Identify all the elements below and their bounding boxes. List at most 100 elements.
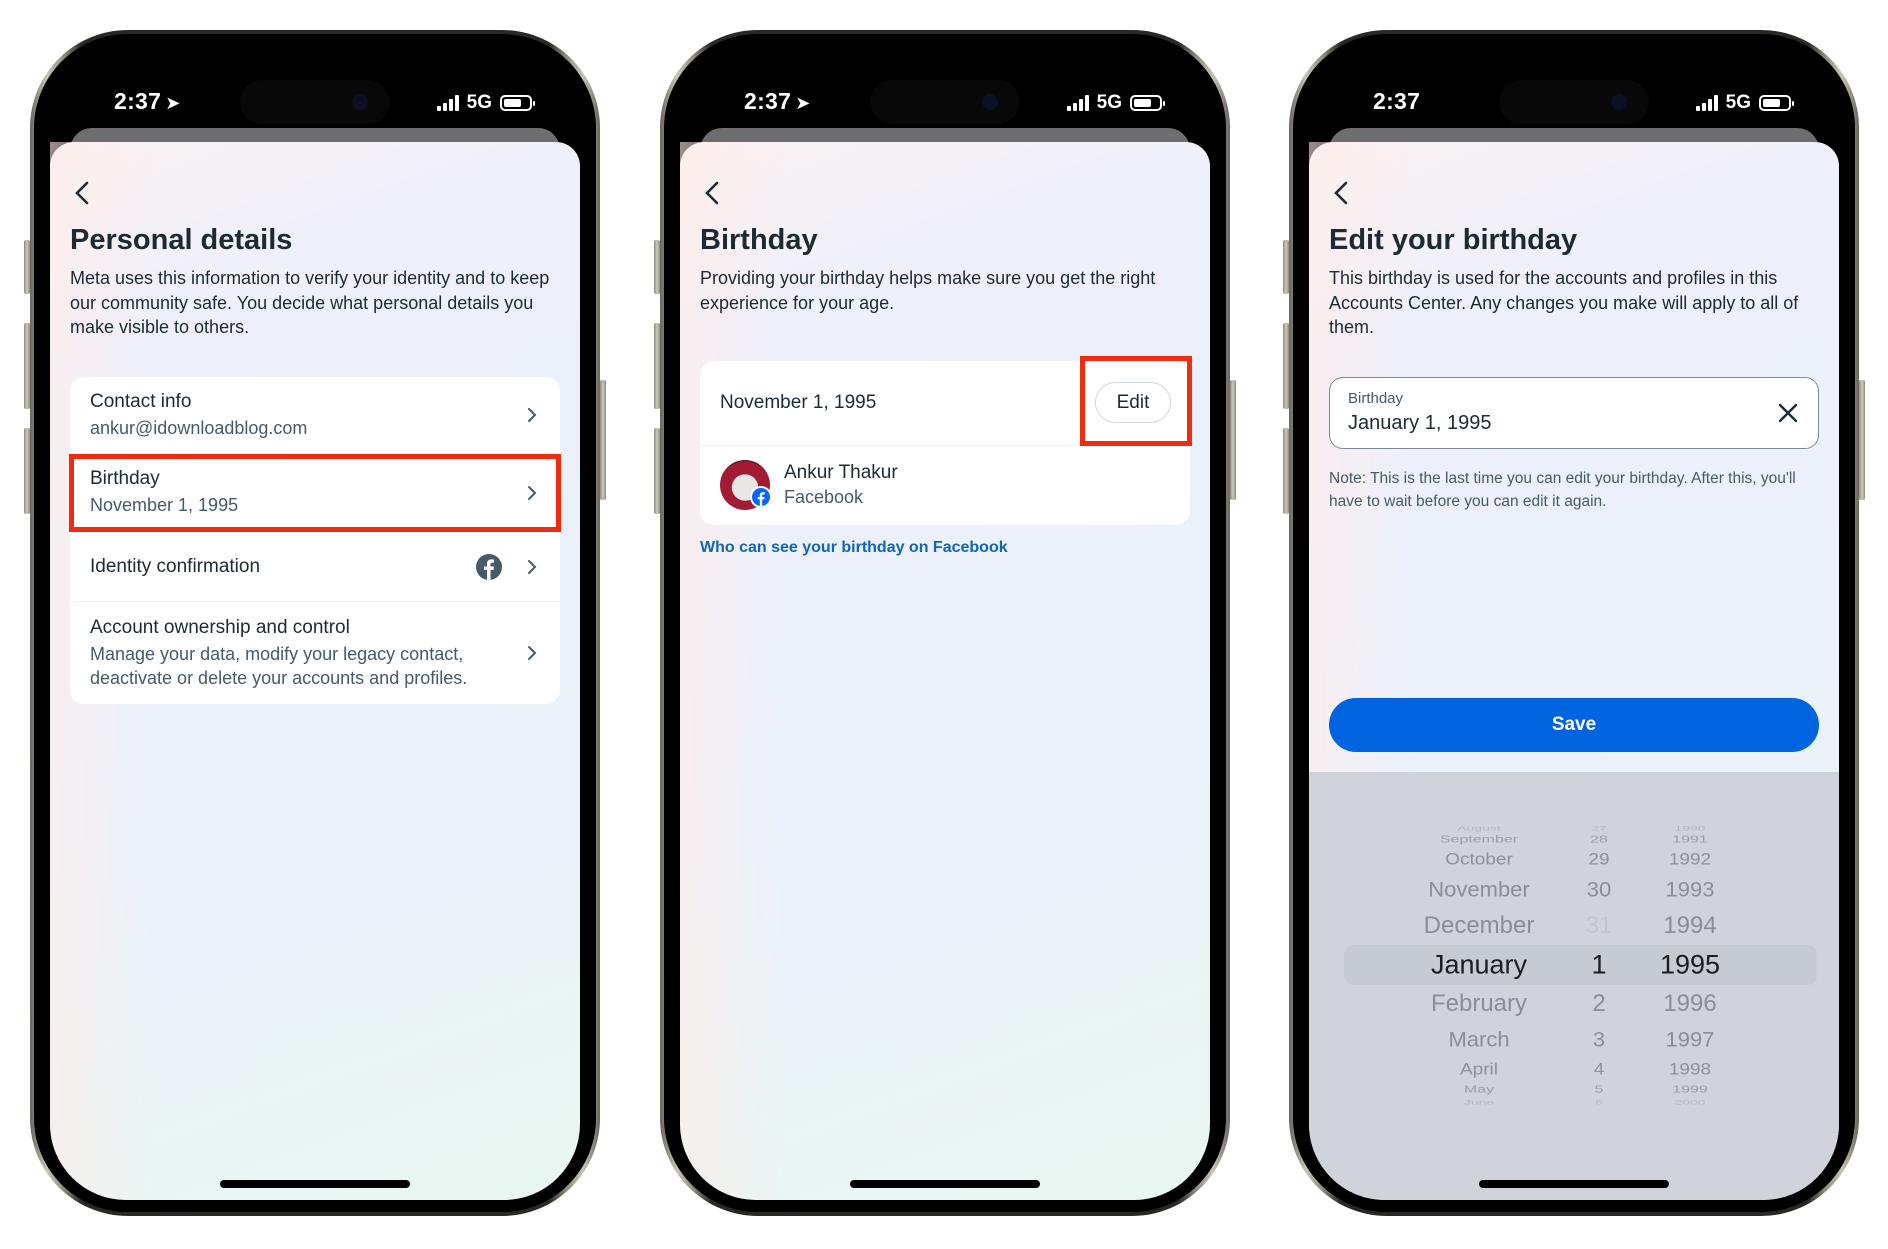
picker-month-option[interactable]: September <box>1440 834 1518 846</box>
camera-icon <box>982 94 998 110</box>
account-row: Ankur Thakur Facebook <box>700 446 1190 525</box>
item-subtitle: ankur@idownloadblog.com <box>90 417 308 438</box>
volume-down-button <box>654 428 660 514</box>
back-chevron-icon[interactable] <box>702 180 724 206</box>
power-button <box>1230 380 1236 500</box>
chevron-right-icon <box>528 559 537 574</box>
birthday-field-value: January 1, 1995 <box>1348 412 1492 434</box>
picker-year-option[interactable]: 1992 <box>1669 851 1711 870</box>
list-item-identity-confirmation[interactable]: Identity confirmation <box>70 532 560 602</box>
picker-day-option[interactable]: 27 <box>1591 824 1607 831</box>
screen-personal-details: 2:37 ➤ 5G Personal details Meta uses this… <box>50 48 580 1200</box>
picker-day-option[interactable]: 4 <box>1594 1061 1605 1080</box>
cellular-signal-icon <box>1066 95 1089 111</box>
page-description: This birthday is used for the accounts a… <box>1329 268 1799 337</box>
picker-year-option[interactable]: 1993 <box>1666 878 1715 903</box>
save-button[interactable]: Save <box>1329 698 1819 752</box>
home-indicator[interactable] <box>220 1180 410 1188</box>
birthday-visibility-link[interactable]: Who can see your birthday on Facebook <box>700 539 1008 557</box>
picker-month-option[interactable]: February <box>1431 990 1527 1018</box>
picker-day-option[interactable]: 29 <box>1588 851 1609 870</box>
location-arrow-icon: ➤ <box>165 93 181 113</box>
picker-year-option[interactable]: 1994 <box>1663 912 1716 940</box>
picker-day-option[interactable]: 2 <box>1592 990 1605 1018</box>
camera-icon <box>352 94 368 110</box>
picker-day-option[interactable]: 5 <box>1595 1084 1604 1096</box>
personal-details-list: Contact info ankur@idownloadblog.com Bir… <box>70 377 560 704</box>
picker-year-option[interactable]: 1991 <box>1672 834 1708 846</box>
picker-day-option[interactable]: 31 <box>1586 912 1613 940</box>
account-name: Ankur Thakur <box>784 462 898 483</box>
dynamic-island <box>1499 80 1649 124</box>
picker-day-option[interactable]: 3 <box>1593 1028 1605 1053</box>
list-item-contact-info[interactable]: Contact info ankur@idownloadblog.com <box>70 377 560 454</box>
cellular-signal-icon <box>436 95 459 111</box>
page-description: Providing your birthday helps make sure … <box>700 268 1156 313</box>
facebook-badge-icon <box>750 486 772 508</box>
back-chevron-icon[interactable] <box>1331 180 1353 206</box>
volume-up-button <box>1283 323 1289 409</box>
modal-sheet: Birthday Providing your birthday helps m… <box>680 142 1210 1200</box>
birthday-value: November 1, 1995 <box>720 392 877 413</box>
volume-up-button <box>24 323 30 409</box>
list-item-account-ownership[interactable]: Account ownership and control Manage you… <box>70 602 560 704</box>
dynamic-island <box>240 80 390 124</box>
edit-limit-note: Note: This is the last time you can edit… <box>1329 470 1796 510</box>
status-time: 2:37 <box>1373 88 1421 114</box>
birthday-input[interactable]: Birthday January 1, 1995 <box>1329 377 1819 449</box>
status-time: 2:37 ➤ <box>114 88 181 114</box>
picker-year-option[interactable]: 2000 <box>1674 1098 1705 1105</box>
highlight-box-edit <box>1080 356 1192 446</box>
picker-month-option[interactable]: January <box>1431 950 1527 981</box>
picker-year-option[interactable]: 1996 <box>1663 990 1716 1018</box>
item-title: Account ownership and control <box>90 616 350 638</box>
phone-frame-3: 2:37 5G Edit your birthday This birthday… <box>1283 30 1865 1216</box>
picker-year-option[interactable]: 1998 <box>1669 1061 1711 1080</box>
picker-day-option[interactable]: 30 <box>1587 878 1611 903</box>
picker-month-option[interactable]: April <box>1460 1061 1498 1080</box>
page-description: Meta uses this information to verify you… <box>70 268 550 337</box>
modal-sheet: Edit your birthday This birthday is used… <box>1309 142 1839 1200</box>
network-label: 5G <box>1096 92 1122 113</box>
phone-frame-1: 2:37 ➤ 5G Personal details Meta uses this… <box>24 30 606 1216</box>
battery-icon <box>1130 95 1165 111</box>
picker-month-option[interactable]: August <box>1457 824 1501 831</box>
power-button <box>1859 380 1865 500</box>
picker-month-option[interactable]: June <box>1464 1098 1494 1105</box>
screen-edit-birthday: 2:37 5G Edit your birthday This birthday… <box>1309 48 1839 1200</box>
page-title: Edit your birthday <box>1329 224 1578 256</box>
screen-birthday: 2:37 ➤ 5G Birthday Providing your birthda… <box>680 48 1210 1200</box>
date-picker[interactable]: August September October November December Ja… <box>1309 772 1839 1200</box>
chevron-right-icon <box>528 408 537 422</box>
network-label: 5G <box>466 92 492 113</box>
picker-month-option[interactable]: October <box>1445 851 1513 870</box>
item-title: Identity confirmation <box>90 555 261 577</box>
picker-year-option[interactable]: 1990 <box>1674 824 1705 831</box>
action-button <box>24 240 30 294</box>
picker-day-option[interactable]: 28 <box>1590 834 1608 846</box>
picker-year-option[interactable]: 1995 <box>1660 950 1720 981</box>
picker-month-option[interactable]: March <box>1448 1028 1509 1053</box>
battery-icon <box>500 95 535 111</box>
home-indicator[interactable] <box>1479 1180 1669 1188</box>
picker-selection-band <box>1344 945 1817 985</box>
picker-month-option[interactable]: May <box>1464 1084 1494 1096</box>
picker-month-option[interactable]: November <box>1428 878 1529 903</box>
volume-down-button <box>1283 428 1289 514</box>
picker-year-option[interactable]: 1997 <box>1666 1028 1715 1053</box>
picker-day-option[interactable]: 6 <box>1595 1098 1603 1105</box>
cellular-signal-icon <box>1695 95 1718 111</box>
battery-icon <box>1759 95 1794 111</box>
page-title: Personal details <box>70 224 293 256</box>
volume-down-button <box>24 428 30 514</box>
action-button <box>654 240 660 294</box>
picker-day-option[interactable]: 1 <box>1591 950 1606 981</box>
picker-year-option[interactable]: 1999 <box>1672 1084 1708 1096</box>
item-title: Contact info <box>90 390 192 412</box>
back-chevron-icon[interactable] <box>72 180 94 206</box>
home-indicator[interactable] <box>850 1180 1040 1188</box>
picker-month-option[interactable]: December <box>1424 912 1535 940</box>
clear-icon[interactable] <box>1776 401 1800 425</box>
birthday-field-label: Birthday <box>1348 390 1404 407</box>
chevron-right-icon <box>528 646 537 660</box>
